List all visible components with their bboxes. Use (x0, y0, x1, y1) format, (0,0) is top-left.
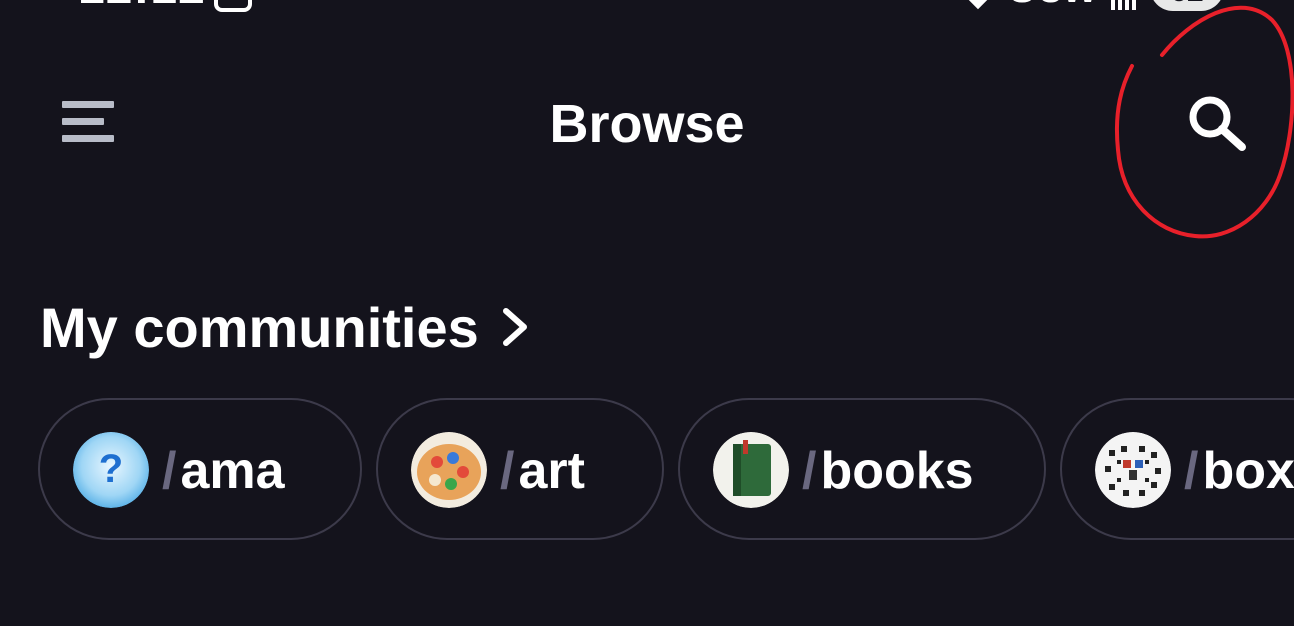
svg-text:?: ? (99, 447, 123, 491)
status-time: 12:12 (78, 0, 206, 16)
community-name: /box (1184, 442, 1294, 500)
book-icon (713, 432, 789, 508)
community-chip-box[interactable]: /box (1060, 398, 1294, 540)
screenshot-icon (214, 0, 252, 12)
community-chip-art[interactable]: /art (376, 398, 664, 540)
section-title: My communities (40, 295, 479, 359)
question-mark-icon: ? (73, 432, 149, 508)
community-chip-books[interactable]: /books (678, 398, 1046, 540)
status-network-speed: U3w (1007, 0, 1097, 13)
palette-icon (411, 432, 487, 508)
signal-icon (1111, 0, 1136, 10)
box-pattern-icon (1095, 432, 1171, 508)
browse-screen: 12:12 U3w 62 Browse My communities (0, 0, 1294, 626)
community-chip-ama[interactable]: ? /ama (38, 398, 362, 540)
community-name: /ama (162, 442, 285, 500)
community-name: /art (500, 442, 585, 500)
community-name: /books (802, 442, 974, 500)
chevron-right-icon (502, 308, 527, 346)
search-icon (1189, 96, 1246, 151)
page-title: Browse (549, 94, 745, 154)
my-communities-link[interactable]: My communities (40, 292, 529, 362)
search-button[interactable] (1186, 94, 1250, 154)
battery-indicator: 62 (1150, 0, 1224, 11)
status-bar: 12:12 U3w 62 (0, 0, 1294, 16)
status-indicators: U3w 62 (956, 0, 1224, 16)
location-icon (956, 0, 999, 10)
